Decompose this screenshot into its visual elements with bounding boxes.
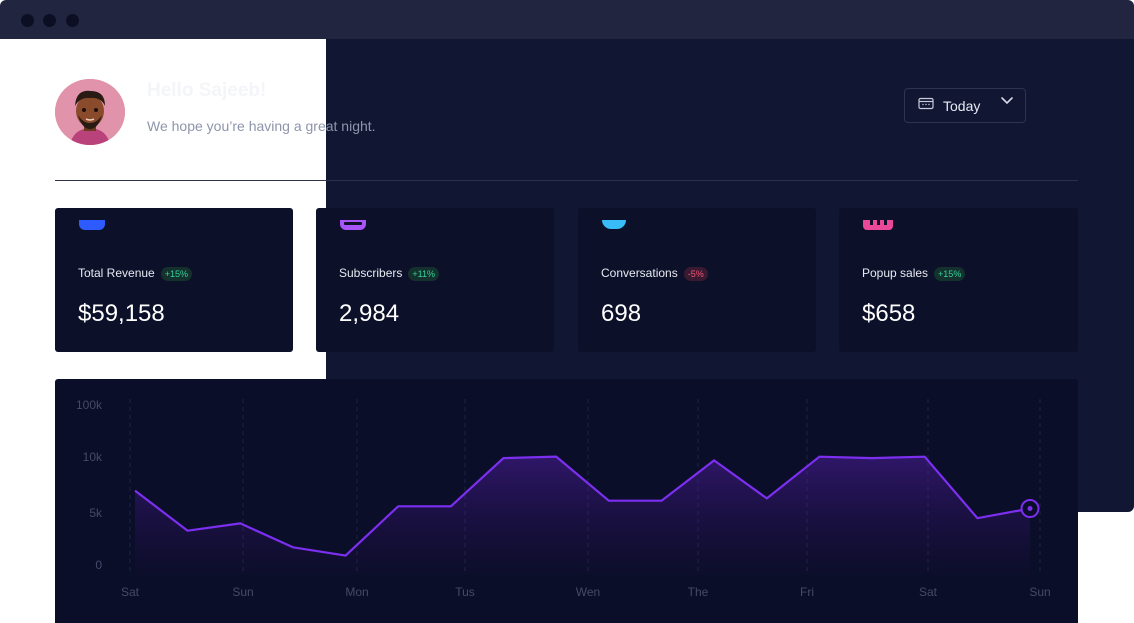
window-close-dot[interactable] [21, 14, 34, 27]
chart-svg: 100k 10k 5k 0 Sat Sun Mon Tus Wen The Fri Sat Sun [76, 398, 1051, 599]
stat-change-badge: +15% [160, 266, 192, 281]
stat-value: $59,158 [78, 300, 165, 327]
calendar-icon [918, 97, 934, 116]
x-tick-label: Sat [919, 585, 938, 599]
x-tick-label: Wen [576, 585, 600, 599]
stat-value: $658 [862, 300, 916, 327]
x-tick-label: Fri [800, 585, 814, 599]
x-tick-label: Tus [455, 585, 475, 599]
stat-card-subscribers[interactable]: Subscribers +11% 2,984 [316, 208, 554, 352]
stat-change-badge: -5% [683, 266, 708, 281]
greeting-subtitle: We hope you’re having a great night. [147, 118, 376, 134]
chevron-down-icon [1000, 94, 1014, 113]
stat-value: 2,984 [339, 300, 400, 327]
stat-value: 698 [601, 300, 642, 327]
avatar[interactable] [55, 79, 125, 145]
stat-change-badge: +11% [408, 266, 439, 281]
last-point-dot [1027, 506, 1033, 512]
stat-label: Popup sales [862, 266, 929, 280]
y-tick-label: 100k [76, 398, 103, 412]
stat-label: Total Revenue [78, 266, 155, 280]
stat-label: Conversations [601, 266, 678, 280]
y-tick-label: 10k [83, 450, 103, 464]
window-titlebar [0, 0, 1134, 39]
stat-card-conversations[interactable]: Conversations -5% 698 [578, 208, 816, 352]
window-minimize-dot[interactable] [43, 14, 56, 27]
avatar-illustration-icon [55, 79, 125, 145]
x-tick-label: Sun [1029, 585, 1050, 599]
revenue-area-chart: 100k 10k 5k 0 Sat Sun Mon Tus Wen The Fri Sat Sun [55, 379, 1078, 623]
revenue-icon [79, 220, 105, 230]
series-area [135, 456, 1030, 575]
conversations-icon [602, 220, 626, 229]
stat-card-total-revenue[interactable]: Total Revenue +15% $59,158 [55, 208, 293, 352]
stat-card-popup-sales[interactable]: Popup sales +15% $658 [839, 208, 1078, 352]
stat-label: Subscribers [339, 266, 403, 280]
stat-change-badge: +15% [934, 266, 966, 281]
x-tick-label: Sun [232, 585, 253, 599]
date-filter-dropdown[interactable]: Today [904, 88, 1026, 123]
popup-sales-icon [863, 220, 893, 230]
date-filter-label: Today [943, 98, 981, 114]
y-tick-label: 0 [95, 558, 102, 572]
greeting-title: Hello Sajeeb! [147, 80, 267, 101]
window-maximize-dot[interactable] [66, 14, 79, 27]
subscribers-icon [340, 220, 366, 230]
x-tick-label: Mon [345, 585, 368, 599]
x-tick-label: Sat [121, 585, 140, 599]
y-tick-label: 5k [89, 506, 103, 520]
header-divider-light [55, 180, 326, 181]
x-tick-label: The [688, 585, 709, 599]
